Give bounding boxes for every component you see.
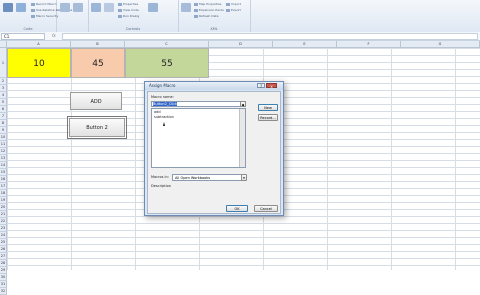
macro-list-item[interactable]: subtraction	[154, 115, 174, 119]
row-header[interactable]: 30	[0, 274, 7, 281]
cancel-button[interactable]: Cancel	[254, 205, 278, 212]
macro-list-scrollbar[interactable]	[239, 109, 245, 167]
xml-source-icon[interactable]	[181, 3, 191, 12]
row-header[interactable]: 3	[0, 85, 7, 92]
macro-name-value: Button2_Click	[153, 102, 178, 106]
ribbon-group-xml: Map Properties Expansion Packs Refresh D…	[178, 0, 251, 32]
chevron-down-icon[interactable]: ▾	[241, 174, 247, 181]
row-header[interactable]: 14	[0, 162, 7, 169]
row-header[interactable]: 25	[0, 239, 7, 246]
import-button[interactable]: Import	[226, 3, 241, 6]
add-form-button[interactable]: ADD	[70, 92, 122, 110]
row-header[interactable]: 21	[0, 211, 7, 218]
collapse-dialog-icon[interactable]: ▪	[240, 101, 246, 107]
macro-name-input[interactable]: Button2_Click	[151, 101, 246, 107]
row-header[interactable]: 5	[0, 99, 7, 106]
close-button[interactable]: x	[266, 83, 277, 89]
row-header[interactable]: 12	[0, 148, 7, 155]
map-properties-button[interactable]: Map Properties	[194, 3, 221, 6]
ribbon-group-xml-label: XML	[210, 27, 218, 31]
macro-list-item[interactable]: add	[154, 110, 161, 114]
view-code-button[interactable]: View Code	[118, 9, 139, 12]
macros-in-value: All Open Workbooks	[175, 176, 211, 180]
ribbon-group-addins	[56, 0, 89, 32]
ribbon-group-code: Record Macro Use Relative References Mac…	[0, 0, 72, 32]
select-all-corner[interactable]	[0, 41, 7, 48]
row-header[interactable]: 13	[0, 155, 7, 162]
column-header-a[interactable]: A	[7, 41, 71, 48]
column-header-f[interactable]: F	[337, 41, 401, 48]
row-header[interactable]: 1	[0, 48, 7, 78]
ribbon: Record Macro Use Relative References Mac…	[0, 0, 480, 33]
row-header[interactable]: 9	[0, 127, 7, 134]
row-header[interactable]: 6	[0, 106, 7, 113]
macros-icon[interactable]	[16, 3, 26, 12]
row-header[interactable]: 7	[0, 113, 7, 120]
row-header[interactable]: 31	[0, 281, 7, 288]
row-header[interactable]: 28	[0, 260, 7, 267]
dialog-title-bar: Assign Macro ? x	[145, 82, 283, 90]
properties-button[interactable]: Properties	[118, 3, 138, 6]
row-header[interactable]: 17	[0, 183, 7, 190]
row-header[interactable]: 24	[0, 232, 7, 239]
row-header[interactable]: 26	[0, 246, 7, 253]
row-header[interactable]: 11	[0, 141, 7, 148]
row-header[interactable]: 27	[0, 253, 7, 260]
macro-list[interactable]: add subtraction	[151, 108, 246, 168]
row-header[interactable]: 15	[0, 169, 7, 176]
record-button[interactable]: Record...	[258, 114, 278, 121]
macros-in-label: Macros in:	[151, 175, 169, 179]
com-addins-icon[interactable]	[73, 3, 83, 12]
macro-security-button[interactable]: Macro Security	[31, 15, 58, 18]
fx-icon[interactable]: fx	[52, 33, 56, 38]
design-mode-icon[interactable]	[104, 3, 114, 12]
new-button[interactable]: New	[258, 104, 278, 111]
column-header-c[interactable]: C	[125, 41, 209, 48]
help-button[interactable]: ?	[257, 83, 265, 89]
macros-in-select[interactable]: All Open Workbooks	[172, 174, 246, 181]
description-label: Description	[151, 184, 171, 188]
row-header[interactable]: 23	[0, 225, 7, 232]
row-header[interactable]: 8	[0, 120, 7, 127]
macro-name-label: Macro name:	[151, 95, 174, 99]
source-icon[interactable]	[148, 3, 158, 12]
assign-macro-dialog: Assign Macro ? x Macro name: Button2_Cli…	[144, 81, 284, 216]
formula-input[interactable]	[62, 33, 478, 40]
dialog-body: Macro name: Button2_Click ▪ add subtract…	[147, 91, 281, 214]
cell-c1[interactable]: 55	[125, 48, 209, 78]
ribbon-group-controls-label: Controls	[125, 27, 141, 31]
insert-control-icon[interactable]	[91, 3, 101, 12]
row-header[interactable]: 16	[0, 176, 7, 183]
ok-button[interactable]: OK	[226, 205, 248, 212]
row-header[interactable]: 4	[0, 92, 7, 99]
expansion-packs-button[interactable]: Expansion Packs	[194, 9, 224, 12]
row-header[interactable]: 20	[0, 204, 7, 211]
column-header-b[interactable]: B	[71, 41, 125, 48]
export-button[interactable]: Export	[226, 9, 241, 12]
column-header-d[interactable]: D	[209, 41, 273, 48]
cell-b1[interactable]: 45	[71, 48, 125, 78]
row-header[interactable]: 22	[0, 218, 7, 225]
row-header[interactable]: 19	[0, 197, 7, 204]
name-box[interactable]: C1	[1, 33, 45, 40]
row-header[interactable]: 29	[0, 267, 7, 274]
ribbon-group-code-label: Code	[23, 27, 33, 31]
addins-icon[interactable]	[60, 3, 70, 12]
row-header[interactable]: 32	[0, 288, 7, 295]
ribbon-group-controls: Properties View Code Run Dialog Controls	[88, 0, 179, 32]
row-header[interactable]: 18	[0, 190, 7, 197]
visual-basic-icon[interactable]	[3, 3, 13, 12]
row-header[interactable]: 10	[0, 134, 7, 141]
column-header-g[interactable]: G	[401, 41, 480, 48]
formula-bar: C1 fx	[0, 32, 480, 41]
refresh-data-button[interactable]: Refresh Data	[194, 15, 218, 18]
dialog-title: Assign Macro	[149, 83, 176, 88]
record-macro-button[interactable]: Record Macro	[31, 3, 56, 6]
mouse-cursor-icon	[163, 122, 165, 126]
row-header[interactable]: 2	[0, 78, 7, 85]
cell-a1[interactable]: 10	[7, 48, 71, 78]
run-dialog-button[interactable]: Run Dialog	[118, 15, 139, 18]
column-header-e[interactable]: E	[273, 41, 337, 48]
button-2-form-button[interactable]: Button 2	[67, 116, 127, 139]
